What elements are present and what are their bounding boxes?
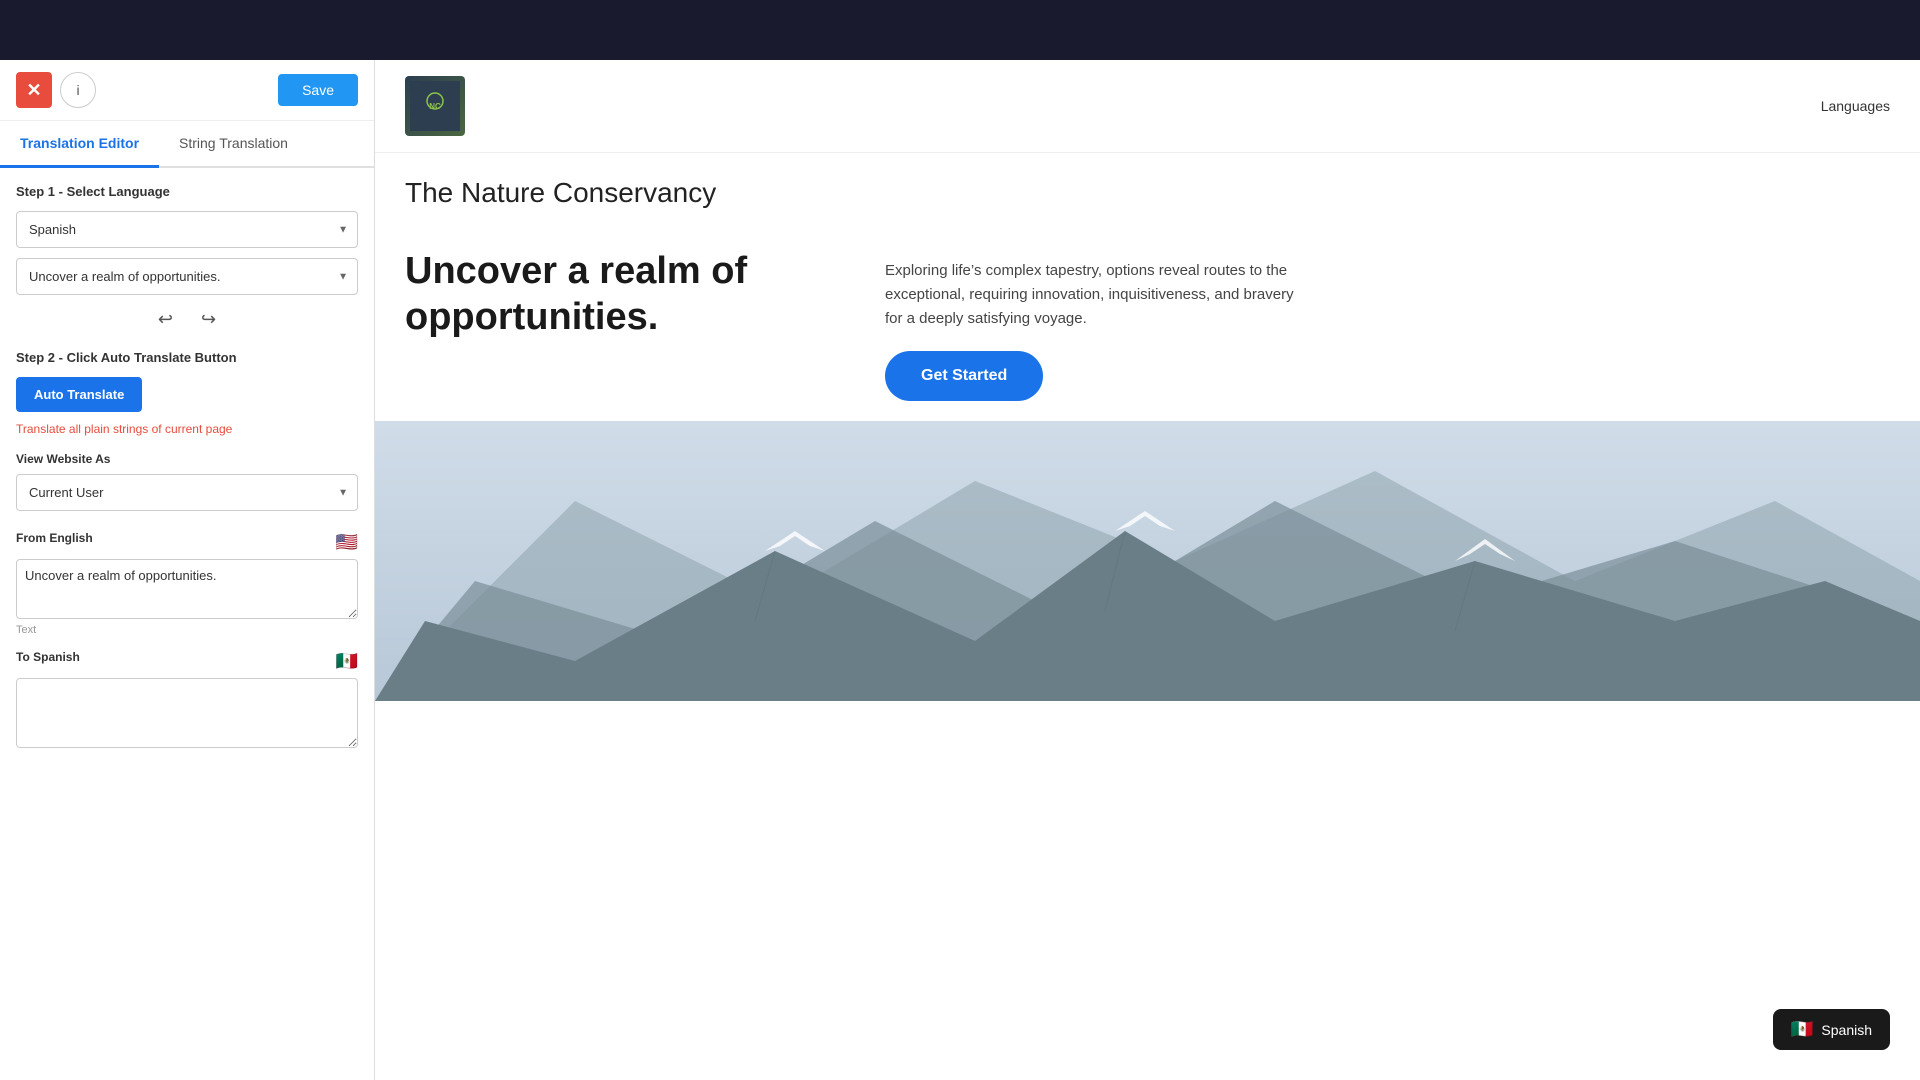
site-header: NC Languages (375, 60, 1920, 153)
to-spanish-row: To Spanish 🇲🇽 (16, 650, 358, 672)
auto-translate-button[interactable]: Auto Translate (16, 377, 142, 412)
badge-flag-icon: 🇲🇽 (1791, 1019, 1813, 1040)
info-button[interactable]: i (60, 72, 96, 108)
translate-hint[interactable]: Translate all plain strings of current p… (16, 422, 358, 436)
string-select-wrapper: Uncover a realm of opportunities. The Na… (16, 258, 358, 295)
tab-translation-editor[interactable]: Translation Editor (0, 121, 159, 168)
mountain-image (375, 421, 1920, 701)
view-as-title: View Website As (16, 452, 358, 466)
hero-heading: Uncover a realm of opportunities. (405, 249, 825, 340)
hero-text: Exploring life’s complex tapestry, optio… (885, 259, 1305, 331)
right-panel: NC Languages The Nature Conservancy Unco… (375, 60, 1920, 1080)
string-select[interactable]: Uncover a realm of opportunities. The Na… (16, 258, 358, 295)
get-started-button[interactable]: Get Started (885, 351, 1043, 401)
site-logo: NC (405, 76, 465, 136)
logo-image: NC (405, 76, 465, 136)
badge-label: Spanish (1821, 1022, 1872, 1038)
site-title: The Nature Conservancy (375, 153, 1920, 229)
close-button[interactable]: ✕ (16, 72, 52, 108)
panel-header: ✕ i Save (0, 60, 374, 121)
from-english-title: From English (16, 531, 93, 545)
tabs-container: Translation Editor String Translation (0, 121, 374, 168)
prev-arrow-button[interactable]: ↩ (150, 305, 181, 334)
tab-string-translation[interactable]: String Translation (159, 121, 308, 168)
left-panel: ✕ i Save Translation Editor String Trans… (0, 60, 375, 1080)
to-spanish-textarea[interactable] (16, 678, 358, 748)
language-badge: 🇲🇽 Spanish (1773, 1009, 1890, 1050)
step1-title: Step 1 - Select Language (16, 184, 358, 199)
nav-arrows: ↩ ↪ (16, 305, 358, 334)
to-spanish-title: To Spanish (16, 650, 80, 664)
text-type-label: Text (16, 624, 358, 636)
main-area: ✕ i Save Translation Editor String Trans… (0, 60, 1920, 1080)
from-english-textarea[interactable] (16, 559, 358, 619)
english-flag-icon: 🇺🇸 (336, 532, 358, 553)
view-as-select[interactable]: Current User Guest Admin (16, 474, 358, 511)
from-english-row: From English 🇺🇸 (16, 531, 358, 553)
view-as-select-wrapper: Current User Guest Admin (16, 474, 358, 511)
language-select-wrapper: Spanish French German Italian Portuguese (16, 211, 358, 248)
next-arrow-button[interactable]: ↪ (193, 305, 224, 334)
languages-button[interactable]: Languages (1821, 98, 1890, 114)
save-button[interactable]: Save (278, 74, 358, 106)
hero-content: Uncover a realm of opportunities. Explor… (375, 229, 1920, 421)
language-select[interactable]: Spanish French German Italian Portuguese (16, 211, 358, 248)
top-bar (0, 0, 1920, 60)
panel-body: Step 1 - Select Language Spanish French … (0, 168, 374, 1080)
step2-title: Step 2 - Click Auto Translate Button (16, 350, 358, 365)
hero-right: Exploring life’s complex tapestry, optio… (885, 249, 1305, 401)
spanish-flag-icon: 🇲🇽 (336, 651, 358, 672)
